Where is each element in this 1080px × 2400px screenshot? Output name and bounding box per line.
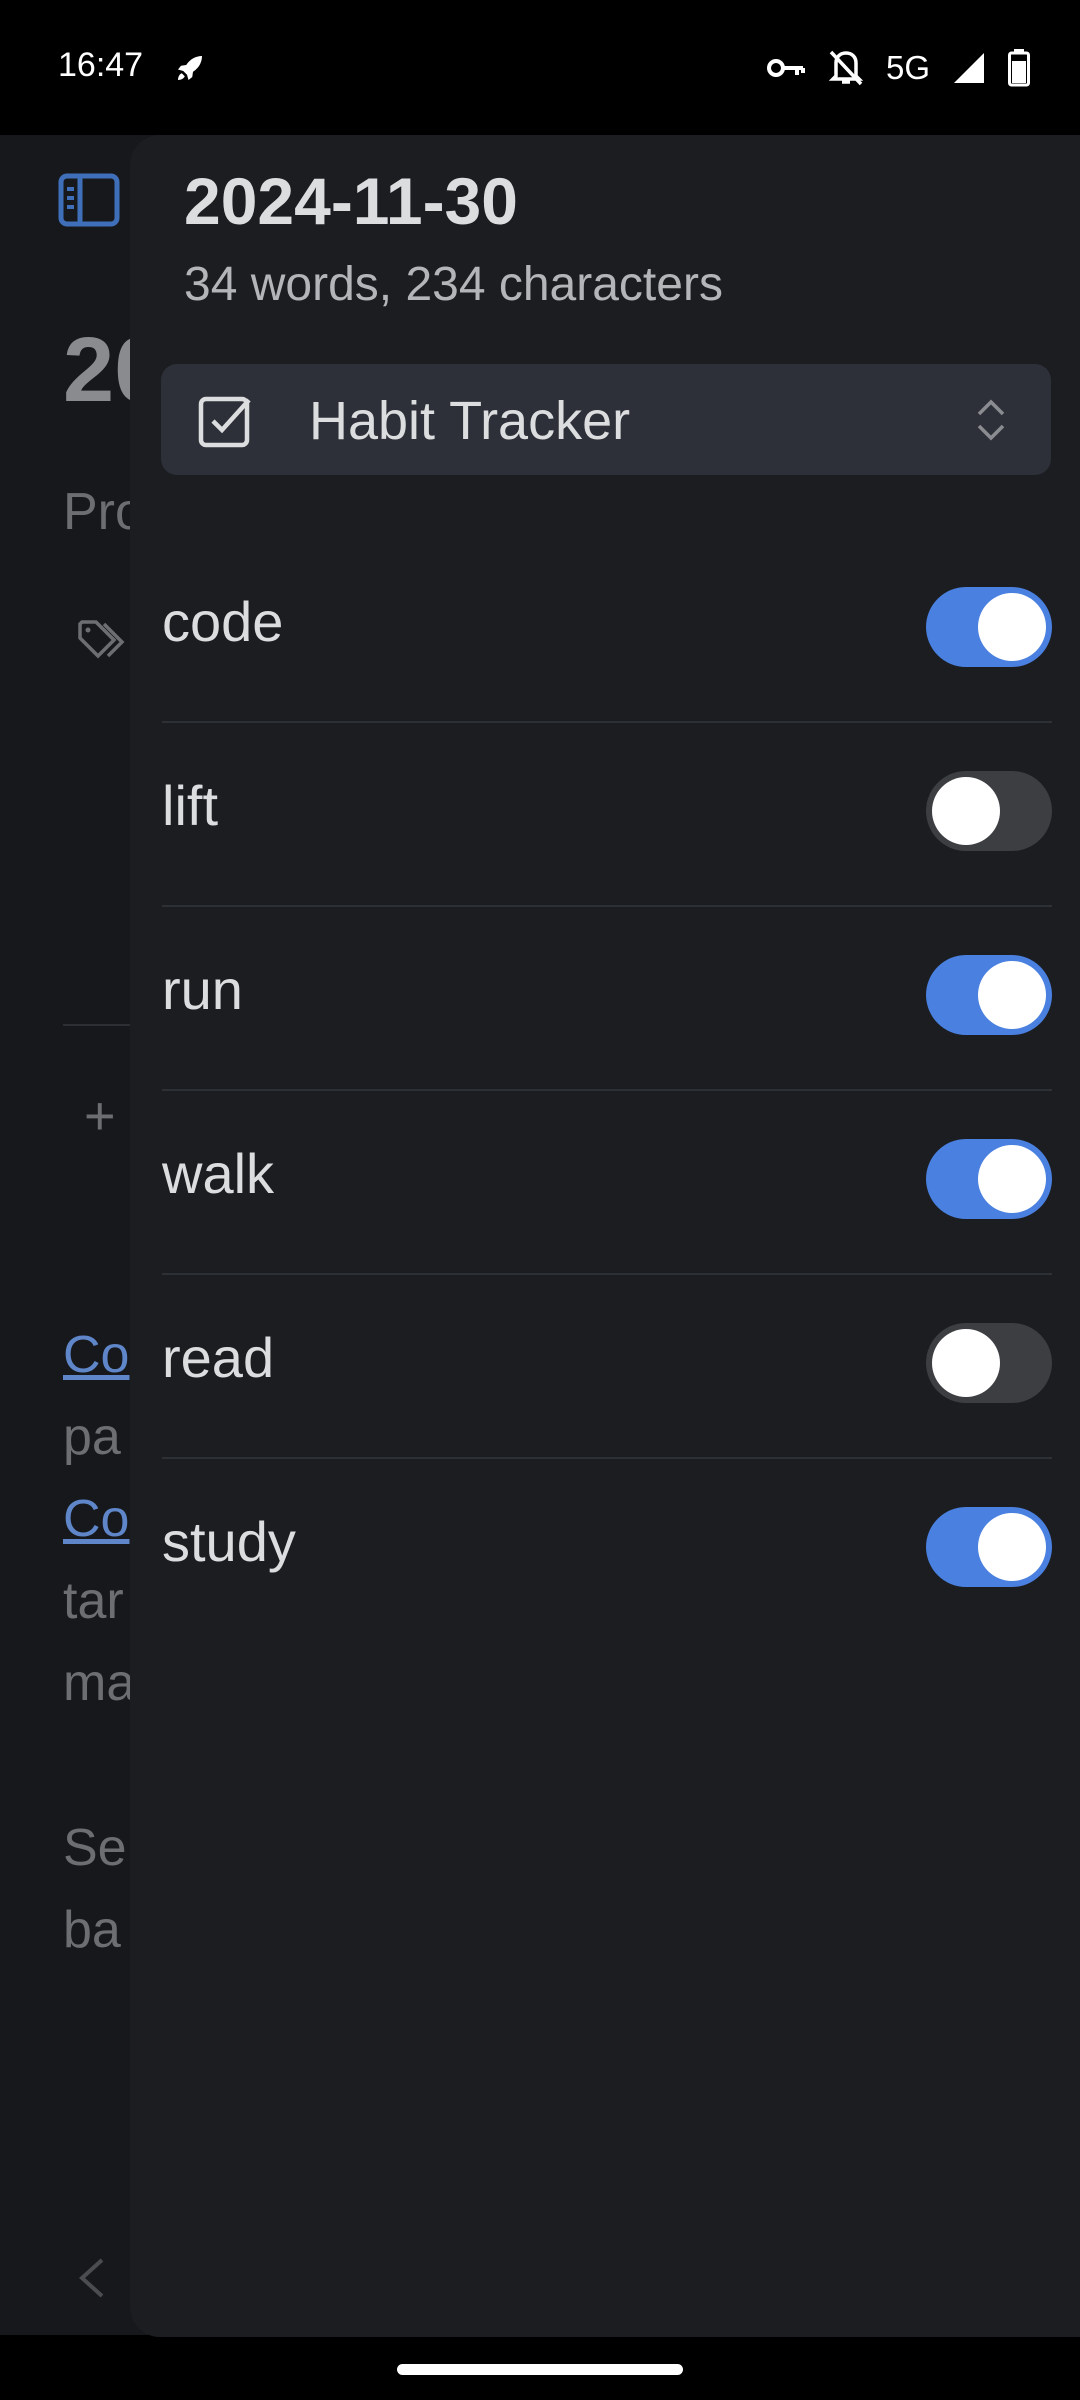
- habit-toggle[interactable]: [926, 1323, 1052, 1403]
- battery-icon: [1008, 49, 1030, 87]
- toggle-knob: [932, 1329, 1000, 1397]
- background-line: pa: [63, 1408, 121, 1466]
- view-selector-label: Habit Tracker: [309, 391, 631, 451]
- background-line: Se: [63, 1819, 127, 1877]
- habit-row: lift: [162, 723, 1052, 907]
- background-add-icon[interactable]: +: [84, 1085, 116, 1147]
- signal-icon: [954, 53, 984, 83]
- back-chevron-icon[interactable]: [74, 2256, 108, 2300]
- toggle-knob: [978, 593, 1046, 661]
- side-drawer: 2024-11-30 34 words, 234 characters Habi…: [130, 135, 1080, 2337]
- habit-row: walk: [162, 1091, 1052, 1275]
- habit-toggle[interactable]: [926, 1139, 1052, 1219]
- background-line: ba: [63, 1901, 121, 1959]
- status-time: 16:47: [58, 46, 144, 84]
- habit-row: study: [162, 1459, 1052, 1641]
- view-selector[interactable]: Habit Tracker: [161, 364, 1051, 475]
- habit-label: walk: [162, 1142, 275, 1205]
- chevron-up-down-icon: [977, 399, 1005, 441]
- network-type: 5G: [885, 49, 930, 86]
- habit-toggle[interactable]: [926, 587, 1052, 667]
- background-line: tar: [63, 1572, 124, 1630]
- habit-row: code: [162, 539, 1052, 723]
- toggle-knob: [978, 1513, 1046, 1581]
- habit-label: read: [162, 1326, 275, 1389]
- habit-toggle[interactable]: [926, 955, 1052, 1035]
- drawer-title: 2024-11-30: [184, 164, 518, 238]
- toggle-knob: [978, 1145, 1046, 1213]
- tag-icon: [78, 620, 125, 659]
- habit-row: run: [162, 907, 1052, 1091]
- home-gesture-bar[interactable]: [397, 2364, 683, 2375]
- mute-icon: [828, 50, 864, 86]
- background-line[interactable]: Co: [63, 1489, 129, 1549]
- background-divider: [63, 1024, 133, 1026]
- background-line[interactable]: Co: [63, 1325, 129, 1385]
- checkbox-icon: [198, 396, 251, 448]
- habit-list: code lift run walk read study: [162, 539, 1052, 1641]
- word-count: 34 words, 234 characters: [184, 258, 723, 311]
- habit-label: run: [162, 958, 243, 1021]
- vpn-key-icon: [766, 59, 805, 77]
- habit-toggle[interactable]: [926, 771, 1052, 851]
- toggle-knob: [932, 777, 1000, 845]
- rocket-icon: [178, 56, 202, 80]
- background-line: ma: [63, 1654, 136, 1712]
- habit-label: study: [162, 1510, 296, 1573]
- toggle-knob: [978, 961, 1046, 1029]
- sidebar-toggle-icon[interactable]: [58, 173, 120, 227]
- habit-label: lift: [162, 774, 218, 837]
- habit-toggle[interactable]: [926, 1507, 1052, 1587]
- status-icons: 5G: [766, 46, 1030, 90]
- habit-label: code: [162, 590, 284, 653]
- status-bar: 16:47 5G: [0, 0, 1080, 135]
- habit-row: read: [162, 1275, 1052, 1459]
